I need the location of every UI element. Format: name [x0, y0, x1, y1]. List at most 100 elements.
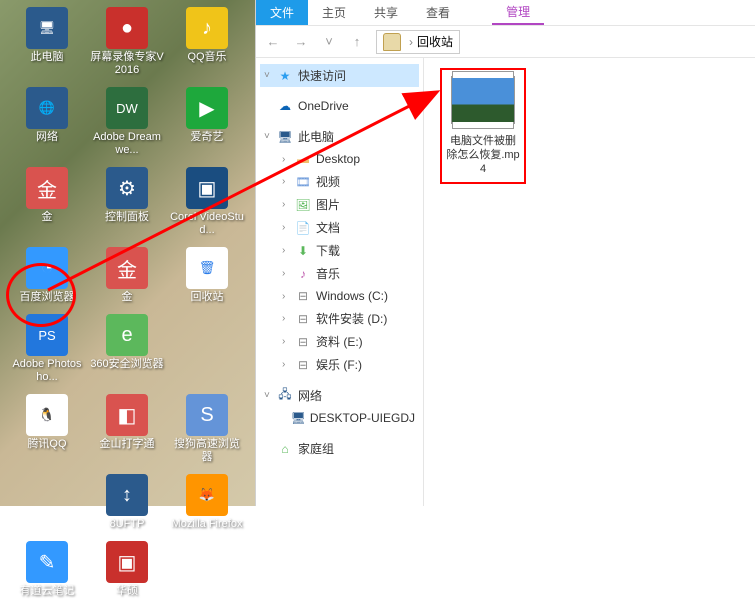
tree-drive-d[interactable]: ›⊟ 软件安装 (D:) — [260, 307, 419, 330]
tree-homegroup[interactable]: ⌂ 家庭组 — [260, 437, 419, 460]
desktop-icon[interactable]: 🖥此电脑 — [8, 5, 86, 79]
desktop-icon[interactable]: 金金 — [88, 245, 166, 306]
tree-label: DESKTOP-UIEGDJ — [310, 411, 415, 425]
icon-label: 控制面板 — [105, 211, 149, 224]
tab-manage[interactable]: 管理 — [492, 0, 544, 25]
desktop-icon[interactable]: ⚙控制面板 — [88, 165, 166, 239]
desktop-icon[interactable]: ✎有道云笔记 — [8, 539, 86, 600]
icon-label: 爱奇艺 — [191, 131, 224, 144]
tree-this-pc[interactable]: ˅🖥 此电脑 — [260, 125, 419, 148]
tab-view[interactable]: 查看 — [412, 0, 464, 25]
app-icon: 金 — [26, 167, 68, 209]
homegroup-icon: ⌂ — [276, 441, 294, 457]
recycle-bin-icon — [383, 33, 401, 51]
desktop-icon[interactable]: 🌐网络 — [8, 85, 86, 159]
tree-drive-e[interactable]: ›⊟ 资料 (E:) — [260, 330, 419, 353]
desktop-icon[interactable]: S搜狗高速浏览器 — [168, 392, 246, 466]
app-icon: ▶ — [186, 87, 228, 129]
desktop-icon[interactable]: 🗑回收站 — [168, 245, 246, 306]
desktop-icon[interactable]: 金金 — [8, 165, 86, 239]
desktop-icon[interactable]: ●屏幕录像专家V2016 — [88, 5, 166, 79]
desktop-icon[interactable]: 🐧腾讯QQ — [8, 392, 86, 466]
tree-drive-c[interactable]: ›⊟ Windows (C:) — [260, 285, 419, 307]
tree-documents[interactable]: ›📄 文档 — [260, 216, 419, 239]
tree-label: 资料 (E:) — [316, 333, 363, 350]
tree-quick-access[interactable]: ˅★ 快速访问 — [260, 64, 419, 87]
desktop-icon[interactable]: ▣华硕 — [88, 539, 166, 600]
nav-up-button[interactable]: ↑ — [344, 29, 370, 55]
app-icon: DW — [106, 87, 148, 129]
tree-label: 下载 — [316, 242, 340, 259]
tree-network-pc[interactable]: 🖥 DESKTOP-UIEGDJ — [260, 407, 419, 429]
desktop-icon[interactable]: ▣Corel VideoStud... — [168, 165, 246, 239]
tree-label: 娱乐 (F:) — [316, 356, 362, 373]
desktop-icon[interactable]: ▶ 爱奇艺 — [168, 85, 246, 159]
music-icon: ♪ — [294, 266, 312, 282]
desktop-area[interactable]: 🖥此电脑●屏幕录像专家V2016♪QQ音乐🌐网络DWAdobe Dreamwe.… — [0, 0, 255, 506]
tree-videos[interactable]: ›🎞 视频 — [260, 170, 419, 193]
network-icon: 🖧 — [276, 388, 294, 404]
icon-label: 此电脑 — [31, 51, 64, 64]
drive-icon: ⊟ — [294, 311, 312, 327]
tree-network[interactable]: ˅🖧 网络 — [260, 384, 419, 407]
nav-bar: ← → ˅ ↑ › 回收站 — [256, 26, 755, 58]
app-icon: 🐧 — [26, 394, 68, 436]
desktop-icon[interactable]: ◧ 金山打字通 — [88, 392, 166, 466]
app-icon: ◔ — [26, 247, 68, 289]
desktop-icon[interactable]: 🦊Mozilla Firefox — [168, 472, 246, 533]
navigation-tree: ˅★ 快速访问 ☁ OneDrive ˅🖥 此电脑 ›▬ Desktop — [256, 58, 424, 506]
app-icon: PS — [26, 314, 68, 356]
nav-back-button[interactable]: ← — [260, 29, 286, 55]
tree-label: 快速访问 — [298, 67, 346, 84]
app-icon: ▣ — [186, 167, 228, 209]
desktop-icon[interactable]: e360安全浏览器 — [88, 312, 166, 386]
tree-desktop[interactable]: ›▬ Desktop — [260, 148, 419, 170]
icon-label: Adobe Dreamwe... — [90, 131, 164, 157]
tree-label: OneDrive — [298, 99, 349, 113]
desktop-icon[interactable]: PSAdobe Photosho... — [8, 312, 86, 386]
icon-label: Corel VideoStud... — [170, 211, 244, 237]
file-name-label: 电脑文件被删除怎么恢复.mp4 — [446, 134, 520, 176]
desktop-icon[interactable]: ♪QQ音乐 — [168, 5, 246, 79]
download-icon: ⬇ — [294, 243, 312, 259]
icon-label: QQ音乐 — [187, 51, 226, 64]
icon-label: 华硕 — [116, 585, 138, 598]
icon-label: 8UFTP — [110, 518, 145, 531]
breadcrumb[interactable]: › 回收站 — [376, 30, 460, 54]
document-icon: 📄 — [294, 220, 312, 236]
app-icon: ● — [106, 7, 148, 49]
icon-label: 金山打字通 — [100, 438, 155, 451]
breadcrumb-location: 回收站 — [417, 33, 453, 50]
icon-label: Mozilla Firefox — [172, 518, 243, 531]
nav-forward-button[interactable]: → — [288, 29, 314, 55]
app-icon: 🌐 — [26, 87, 68, 129]
pc-icon: 🖥 — [276, 129, 294, 145]
tab-share[interactable]: 共享 — [360, 0, 412, 25]
tree-downloads[interactable]: ›⬇ 下载 — [260, 239, 419, 262]
app-icon: S — [186, 394, 228, 436]
picture-icon: 🖼 — [294, 197, 312, 213]
desktop-icon[interactable]: ◔百度浏览器 — [8, 245, 86, 306]
nav-history-button[interactable]: ˅ — [316, 29, 342, 55]
tree-label: 视频 — [316, 173, 340, 190]
video-thumbnail-icon — [451, 76, 515, 124]
drive-icon: ⊟ — [294, 334, 312, 350]
file-item-video[interactable]: 电脑文件被删除怎么恢复.mp4 — [440, 68, 526, 184]
desktop-icon[interactable]: ↕8UFTP — [88, 472, 166, 533]
tab-home[interactable]: 主页 — [308, 0, 360, 25]
tree-pictures[interactable]: ›🖼 图片 — [260, 193, 419, 216]
tree-music[interactable]: ›♪ 音乐 — [260, 262, 419, 285]
app-icon: ◧ — [106, 394, 148, 436]
icon-label: 有道云笔记 — [20, 585, 75, 598]
tab-file[interactable]: 文件 — [256, 0, 308, 25]
tree-label: 图片 — [316, 196, 340, 213]
tree-label: Desktop — [316, 152, 360, 166]
tree-label: 文档 — [316, 219, 340, 236]
desktop-icon[interactable]: DWAdobe Dreamwe... — [88, 85, 166, 159]
tree-drive-f[interactable]: ›⊟ 娱乐 (F:) — [260, 353, 419, 376]
icon-label: Adobe Photosho... — [10, 358, 84, 384]
video-icon: 🎞 — [294, 174, 312, 190]
content-pane[interactable]: 电脑文件被删除怎么恢复.mp4 — [424, 58, 755, 506]
tree-onedrive[interactable]: ☁ OneDrive — [260, 95, 419, 117]
ribbon-tabs: 文件 主页 共享 查看 管理 — [256, 0, 755, 26]
